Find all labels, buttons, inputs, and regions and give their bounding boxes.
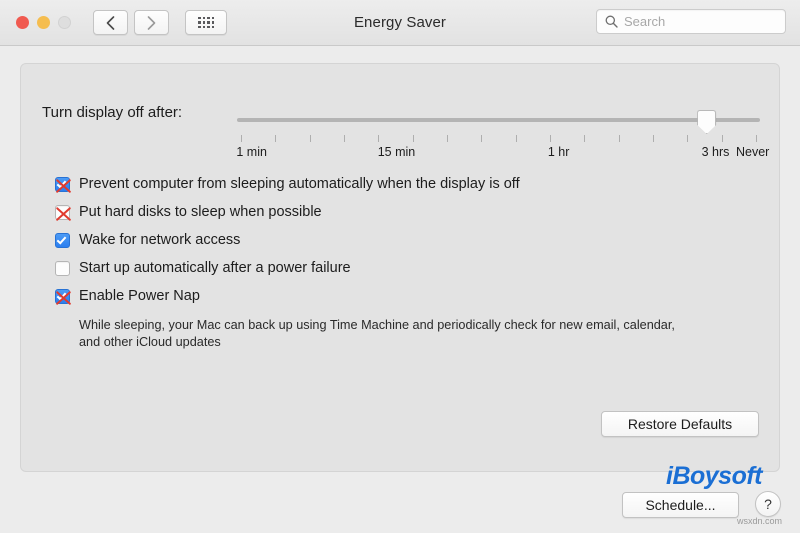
slider-tick: [584, 135, 586, 142]
forward-button[interactable]: [134, 10, 169, 35]
chevron-right-icon: [147, 15, 156, 30]
checkmark-icon: [56, 234, 67, 245]
restore-defaults-button[interactable]: Restore Defaults: [601, 411, 759, 437]
slider-tick: [687, 135, 689, 142]
checkbox[interactable]: [55, 205, 70, 220]
slider-tick: [618, 135, 620, 142]
slider-tick: [378, 135, 380, 142]
slider-tick: [515, 135, 517, 142]
checkbox[interactable]: [55, 233, 70, 248]
slider-tick: [550, 135, 551, 142]
checkbox-row[interactable]: Start up automatically after a power fai…: [55, 258, 755, 286]
slider-tick: [721, 135, 723, 142]
option-item: Enable Power Nap While sleeping, your Mac…: [55, 286, 755, 351]
navigation-button-group: [93, 10, 169, 35]
checkbox-row[interactable]: Enable Power Nap: [55, 286, 755, 314]
slider-tick-label: Never: [735, 145, 770, 159]
option-description: While sleeping, your Mac can back up usi…: [79, 318, 675, 349]
slider-tick: [309, 135, 311, 142]
slider-tick-labels: 1 min 15 min 1 hr 3 hrs Never: [236, 145, 769, 161]
option-item: Start up automatically after a power fai…: [55, 258, 755, 286]
search-icon: [605, 15, 618, 28]
checkbox-label: Prevent computer from sleeping automatic…: [79, 176, 520, 192]
checkbox[interactable]: [55, 289, 70, 304]
watermark: wsxdn.com: [737, 516, 783, 526]
back-button[interactable]: [93, 10, 128, 35]
slider-track[interactable]: [237, 118, 760, 122]
zoom-button: [58, 16, 71, 29]
option-item: Prevent computer from sleeping automatic…: [55, 174, 755, 202]
checkmark-icon: [56, 178, 67, 189]
energy-saver-panel: Turn display off after: 1 min 15 min 1 hr 3…: [20, 63, 780, 472]
slider-thumb[interactable]: [697, 110, 717, 134]
checkbox-row[interactable]: Prevent computer from sleeping automatic…: [55, 174, 755, 202]
search-field[interactable]: [596, 9, 786, 34]
show-all-button[interactable]: [185, 10, 227, 35]
iboysoft-logo: iBoysoft: [666, 462, 763, 490]
checkbox-label: Enable Power Nap: [79, 288, 200, 304]
schedule-button[interactable]: Schedule...: [622, 492, 739, 518]
slider-tick-label: 15 min: [377, 145, 416, 159]
checkbox-row[interactable]: Wake for network access: [55, 230, 755, 258]
slider-tick: [275, 135, 277, 142]
checkbox-row[interactable]: Put hard disks to sleep when possible: [55, 202, 755, 230]
slider-tick: [756, 135, 757, 142]
slider-tick: [241, 135, 242, 142]
checkbox[interactable]: [55, 261, 70, 276]
slider-tick: [412, 135, 414, 142]
grid-icon: [198, 16, 214, 29]
slider-tick: [481, 135, 483, 142]
red-x-annotation-icon: [53, 203, 74, 224]
slider-tick-label: 1 min: [236, 145, 267, 159]
checkmark-icon: [56, 290, 67, 301]
checkbox-label: Start up automatically after a power fai…: [79, 260, 351, 276]
chevron-left-icon: [106, 15, 115, 30]
energy-options-list: Prevent computer from sleeping automatic…: [55, 174, 755, 351]
slider-label: Turn display off after:: [42, 104, 183, 121]
checkbox-label: Wake for network access: [79, 232, 241, 248]
slider-tick-label: 3 hrs: [701, 145, 730, 159]
slider-ticks: [237, 135, 760, 143]
slider-tick: [653, 135, 654, 142]
search-input[interactable]: [624, 14, 774, 29]
minimize-button[interactable]: [37, 16, 50, 29]
traffic-light-group: [16, 16, 71, 29]
option-item: Wake for network access: [55, 230, 755, 258]
option-item: Put hard disks to sleep when possible: [55, 202, 755, 230]
display-sleep-slider[interactable]: 1 min 15 min 1 hr 3 hrs Never: [236, 109, 769, 161]
slider-tick: [344, 135, 345, 142]
checkbox[interactable]: [55, 177, 70, 192]
checkbox-label: Put hard disks to sleep when possible: [79, 204, 322, 220]
slider-tick-label: 1 hr: [547, 145, 570, 159]
close-button[interactable]: [16, 16, 29, 29]
slider-tick: [447, 135, 448, 142]
help-button[interactable]: ?: [755, 491, 781, 517]
window-titlebar: Energy Saver: [0, 0, 800, 46]
